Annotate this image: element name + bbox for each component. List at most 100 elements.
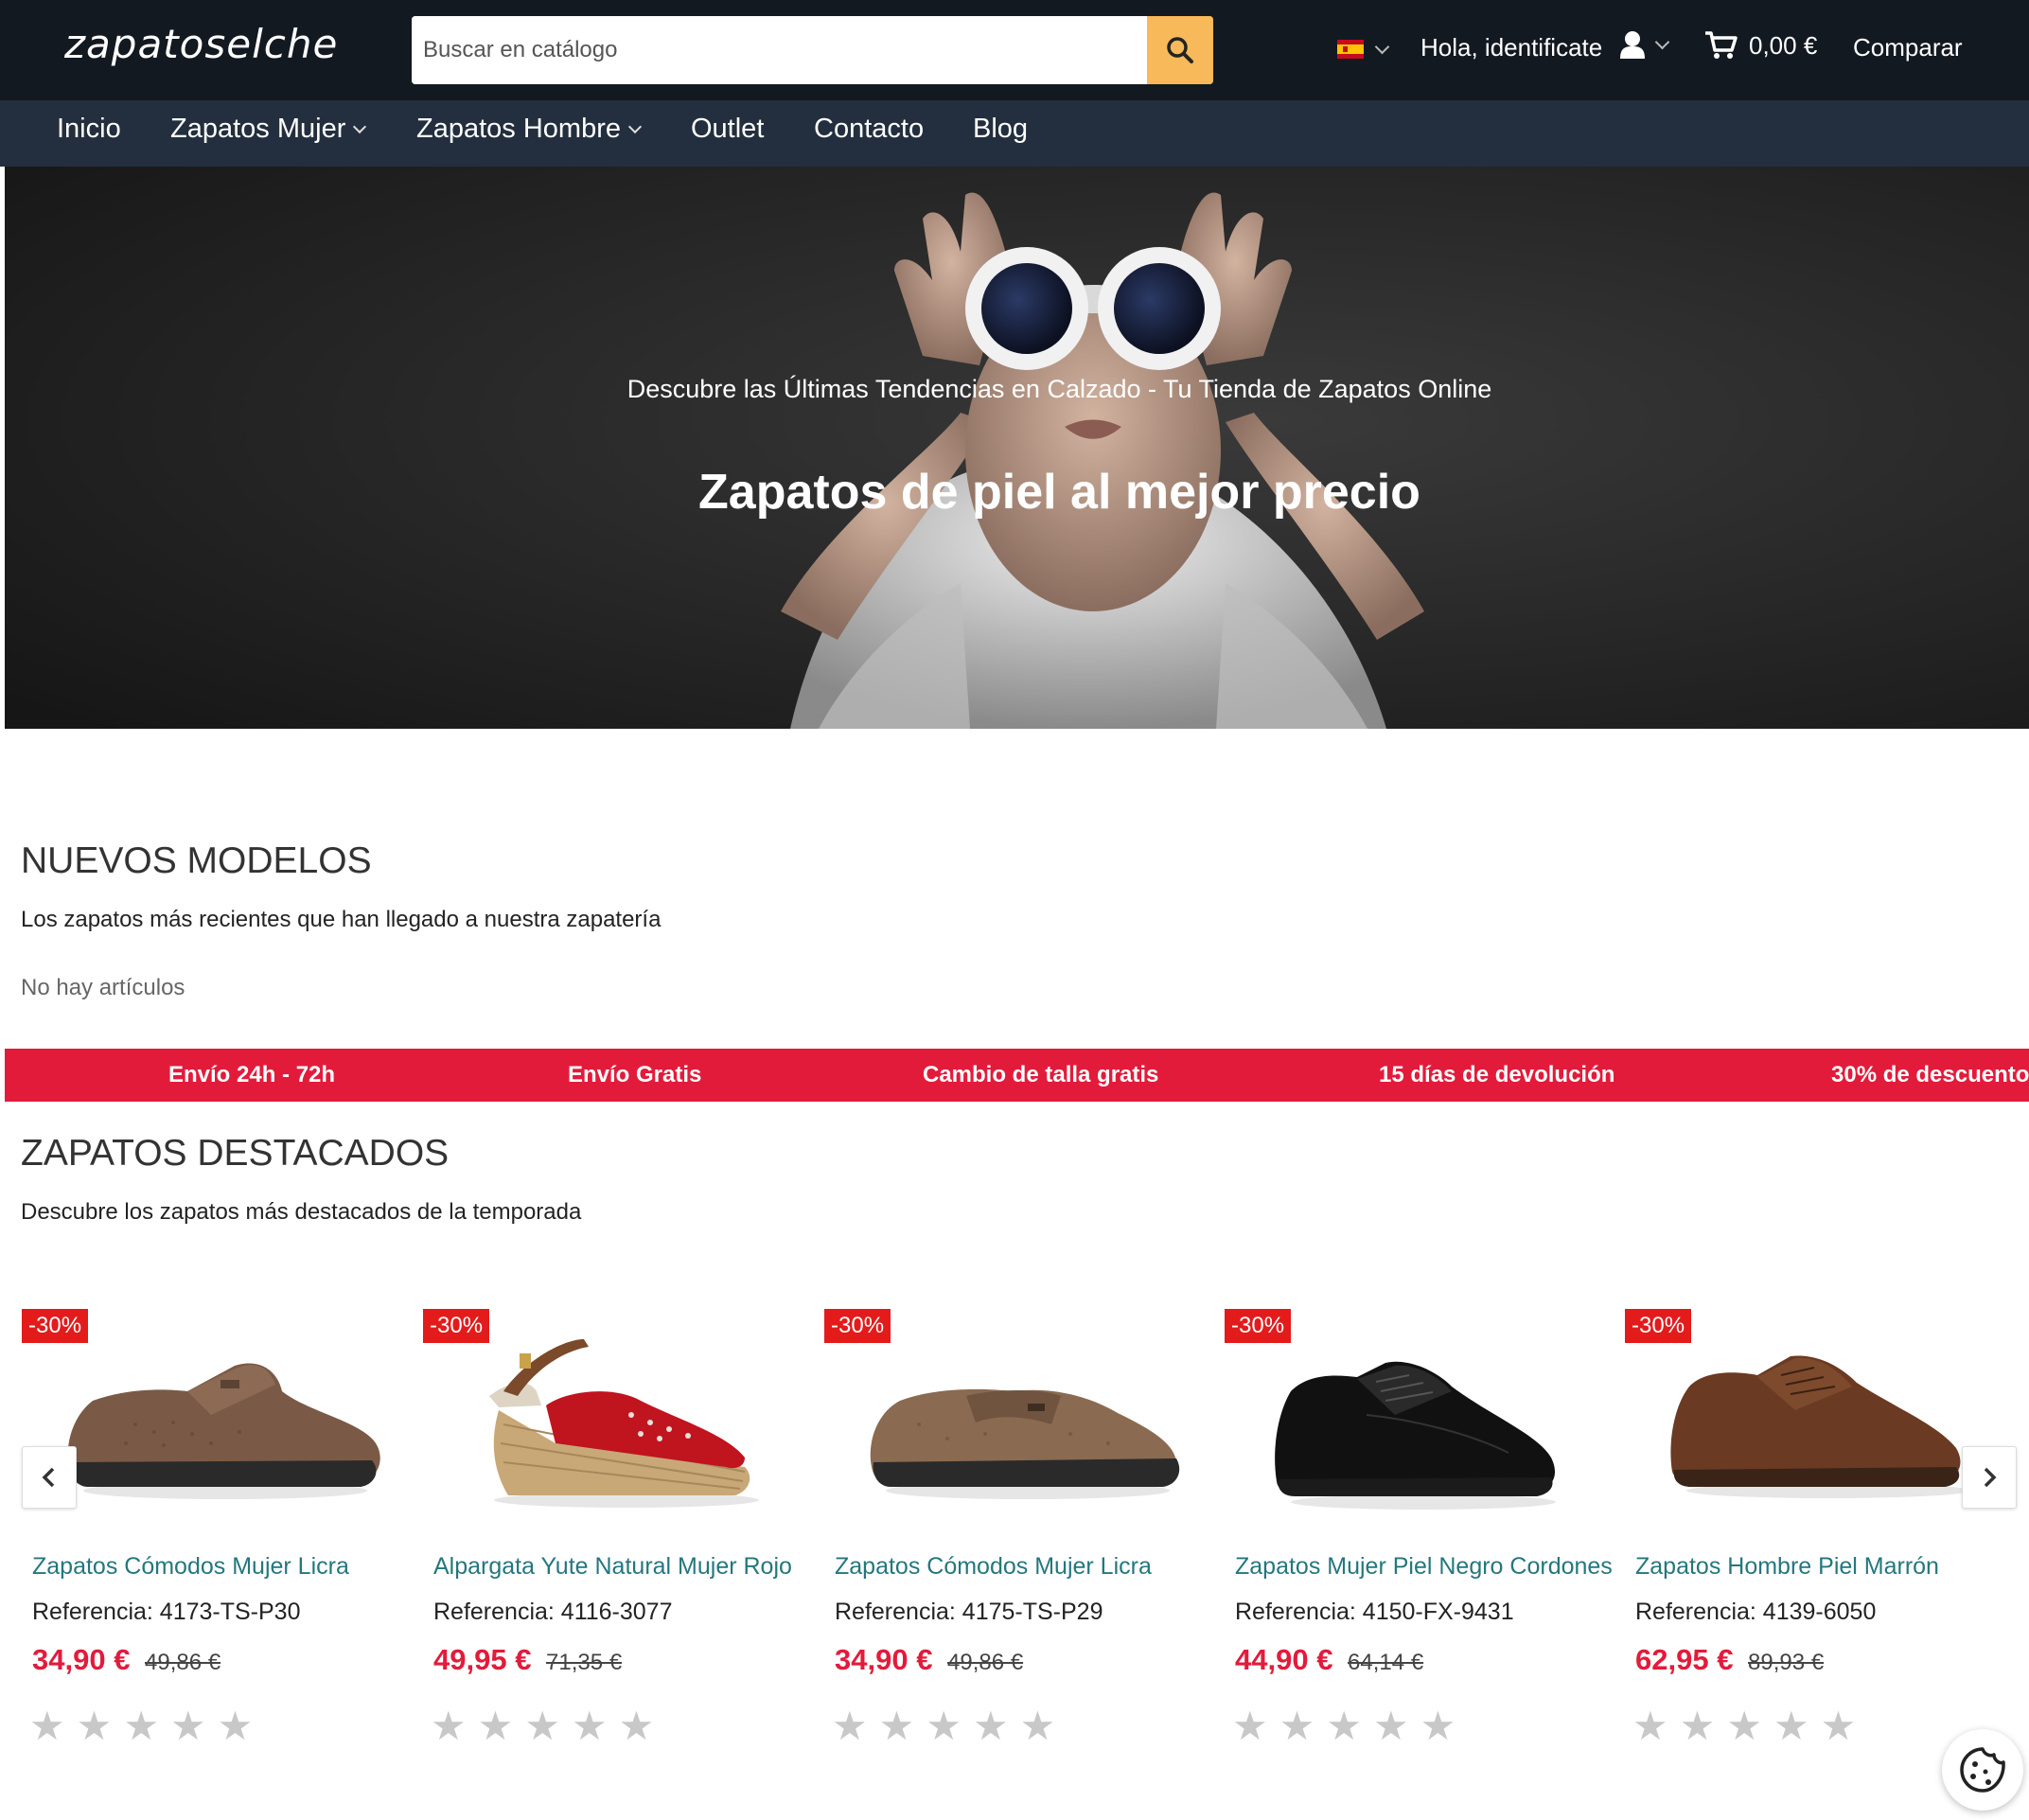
chevron-down-icon (627, 119, 643, 133)
discount-badge: -30% (1625, 1309, 1692, 1343)
cart-total: 0,00 € (1749, 30, 1818, 60)
product-reference: Referencia: 4116-3077 (433, 1599, 673, 1625)
chevron-down-icon (1654, 34, 1670, 49)
star-icon: ★ (76, 1704, 113, 1748)
star-icon: ★ (29, 1704, 65, 1748)
site-logo[interactable]: zapatoselche (64, 21, 338, 67)
spain-flag-icon (1337, 40, 1364, 59)
star-icon: ★ (1232, 1704, 1268, 1748)
product-name[interactable]: Zapatos Hombre Piel Marrón (1635, 1553, 1939, 1581)
hero-title: Zapatos de piel al mejor precio (698, 465, 1420, 520)
product-reference: Referencia: 4139-6050 (1635, 1599, 1877, 1625)
rating-stars: ★ ★ ★ ★ ★ (431, 1706, 654, 1746)
star-icon: ★ (1372, 1704, 1409, 1748)
star-icon: ★ (1326, 1704, 1362, 1748)
chevron-down-icon (353, 119, 367, 133)
chevron-right-icon (1984, 1467, 1997, 1488)
search-button[interactable] (1147, 16, 1213, 84)
nav-item-label: Zapatos Hombre (416, 114, 621, 144)
nav-item-label: Blog (973, 114, 1029, 144)
product-card[interactable]: -30% Alpargata Yute Natural Mujer Rojo R… (423, 1301, 811, 1756)
star-icon: ★ (618, 1704, 655, 1748)
star-icon: ★ (431, 1704, 467, 1748)
discount-badge: -30% (1225, 1309, 1292, 1343)
search-icon (1167, 37, 1193, 63)
nav-item-zapatos-mujer[interactable]: Zapatos Mujer (170, 114, 367, 145)
product-price: 62,95 € (1635, 1643, 1734, 1676)
rating-stars: ★ ★ ★ ★ ★ (1232, 1706, 1456, 1746)
cart-button[interactable]: 0,00 € (1703, 30, 1817, 61)
star-icon: ★ (1820, 1704, 1857, 1748)
product-name[interactable]: Zapatos Mujer Piel Negro Cordones (1235, 1553, 1613, 1581)
product-name[interactable]: Zapatos Cómodos Mujer Licra (32, 1553, 349, 1581)
product-card[interactable]: -30% Zapatos Cómodos Mujer Licra Referen… (824, 1301, 1212, 1756)
star-icon: ★ (926, 1704, 962, 1748)
nav-item-zapatos-hombre[interactable]: Zapatos Hombre (416, 114, 643, 145)
language-selector[interactable] (1337, 39, 1390, 59)
product-reference: Referencia: 4175-TS-P29 (835, 1599, 1103, 1625)
main-navigation: Inicio Zapatos Mujer Zapatos Hombre Outl… (0, 100, 2029, 167)
discount-badge: -30% (22, 1309, 89, 1343)
user-menu[interactable] (1619, 30, 1670, 59)
nav-item-inicio[interactable]: Inicio (57, 114, 121, 145)
nav-item-blog[interactable]: Blog (973, 114, 1028, 145)
star-icon: ★ (1279, 1704, 1315, 1748)
product-price: 49,95 € (433, 1643, 532, 1676)
product-reference: Referencia: 4173-TS-P30 (32, 1599, 301, 1625)
rating-stars: ★ ★ ★ ★ ★ (29, 1706, 253, 1746)
hero-subtitle: Descubre las Últimas Tendencias en Calza… (626, 375, 1492, 403)
nav-item-contacto[interactable]: Contacto (814, 114, 924, 145)
star-icon: ★ (1632, 1704, 1668, 1748)
search-input[interactable] (412, 16, 1146, 84)
nav-item-label: Inicio (57, 114, 121, 144)
nav-item-outlet[interactable]: Outlet (691, 114, 764, 145)
star-icon: ★ (1019, 1704, 1056, 1748)
cart-icon (1705, 31, 1738, 59)
star-icon: ★ (217, 1704, 254, 1748)
search-bar (412, 16, 1213, 84)
benefit-item: 15 días de devolución (1379, 1062, 1615, 1087)
product-old-price: 89,93 € (1748, 1650, 1825, 1675)
product-name[interactable]: Zapatos Cómodos Mujer Licra (835, 1553, 1152, 1581)
hero-image (5, 167, 2029, 729)
star-icon: ★ (1773, 1704, 1809, 1748)
discount-badge: -30% (824, 1309, 891, 1343)
carousel-prev-button[interactable] (22, 1446, 77, 1509)
compare-link[interactable]: Comparar (1853, 33, 1963, 62)
product-old-price: 49,86 € (145, 1650, 221, 1675)
login-link[interactable]: Hola, identificate (1420, 33, 1602, 62)
product-card[interactable]: -30% Zapatos Hombre Piel Marrón Referenc… (1625, 1301, 2013, 1756)
featured-title: ZAPATOS DESTACADOS (21, 1133, 450, 1174)
product-price: 44,90 € (1235, 1643, 1333, 1676)
carousel-next-button[interactable] (1962, 1446, 2017, 1509)
new-models-subtitle: Los zapatos más recientes que han llegad… (21, 907, 662, 932)
product-price: 34,90 € (32, 1643, 131, 1676)
new-models-title: NUEVOS MODELOS (21, 840, 372, 881)
product-price: 34,90 € (835, 1643, 933, 1676)
rating-stars: ★ ★ ★ ★ ★ (832, 1706, 1055, 1746)
product-old-price: 49,86 € (947, 1650, 1024, 1675)
rating-stars: ★ ★ ★ ★ ★ (1632, 1706, 1856, 1746)
user-icon (1620, 31, 1645, 59)
empty-message: No hay artículos (21, 975, 185, 1000)
chevron-left-icon (42, 1467, 55, 1488)
product-card[interactable]: -30% Zapatos Mujer Piel Negro Cordones R… (1225, 1301, 1613, 1756)
cookie-icon (1960, 1747, 2005, 1793)
product-card[interactable]: -30% Zapatos Cómodos Mujer Licra Referen… (22, 1301, 410, 1756)
nav-item-label: Outlet (691, 114, 765, 144)
star-icon: ★ (1679, 1704, 1716, 1748)
benefit-item: Envío Gratis (568, 1062, 702, 1087)
cookie-settings-button[interactable] (1942, 1729, 2023, 1811)
product-old-price: 64,14 € (1348, 1650, 1424, 1675)
product-name[interactable]: Alpargata Yute Natural Mujer Rojo (433, 1553, 792, 1581)
star-icon: ★ (169, 1704, 206, 1748)
benefit-item: Envío 24h - 72h (168, 1062, 336, 1087)
star-icon: ★ (832, 1704, 868, 1748)
star-icon: ★ (477, 1704, 514, 1748)
star-icon: ★ (123, 1704, 159, 1748)
chevron-down-icon (1374, 39, 1390, 54)
hero-banner[interactable]: Descubre las Últimas Tendencias en Calza… (5, 167, 2029, 729)
top-header: zapatoselche Hola, identificate 0,00 € C… (0, 0, 2029, 100)
discount-badge: -30% (423, 1309, 490, 1343)
nav-item-label: Zapatos Mujer (170, 114, 346, 144)
